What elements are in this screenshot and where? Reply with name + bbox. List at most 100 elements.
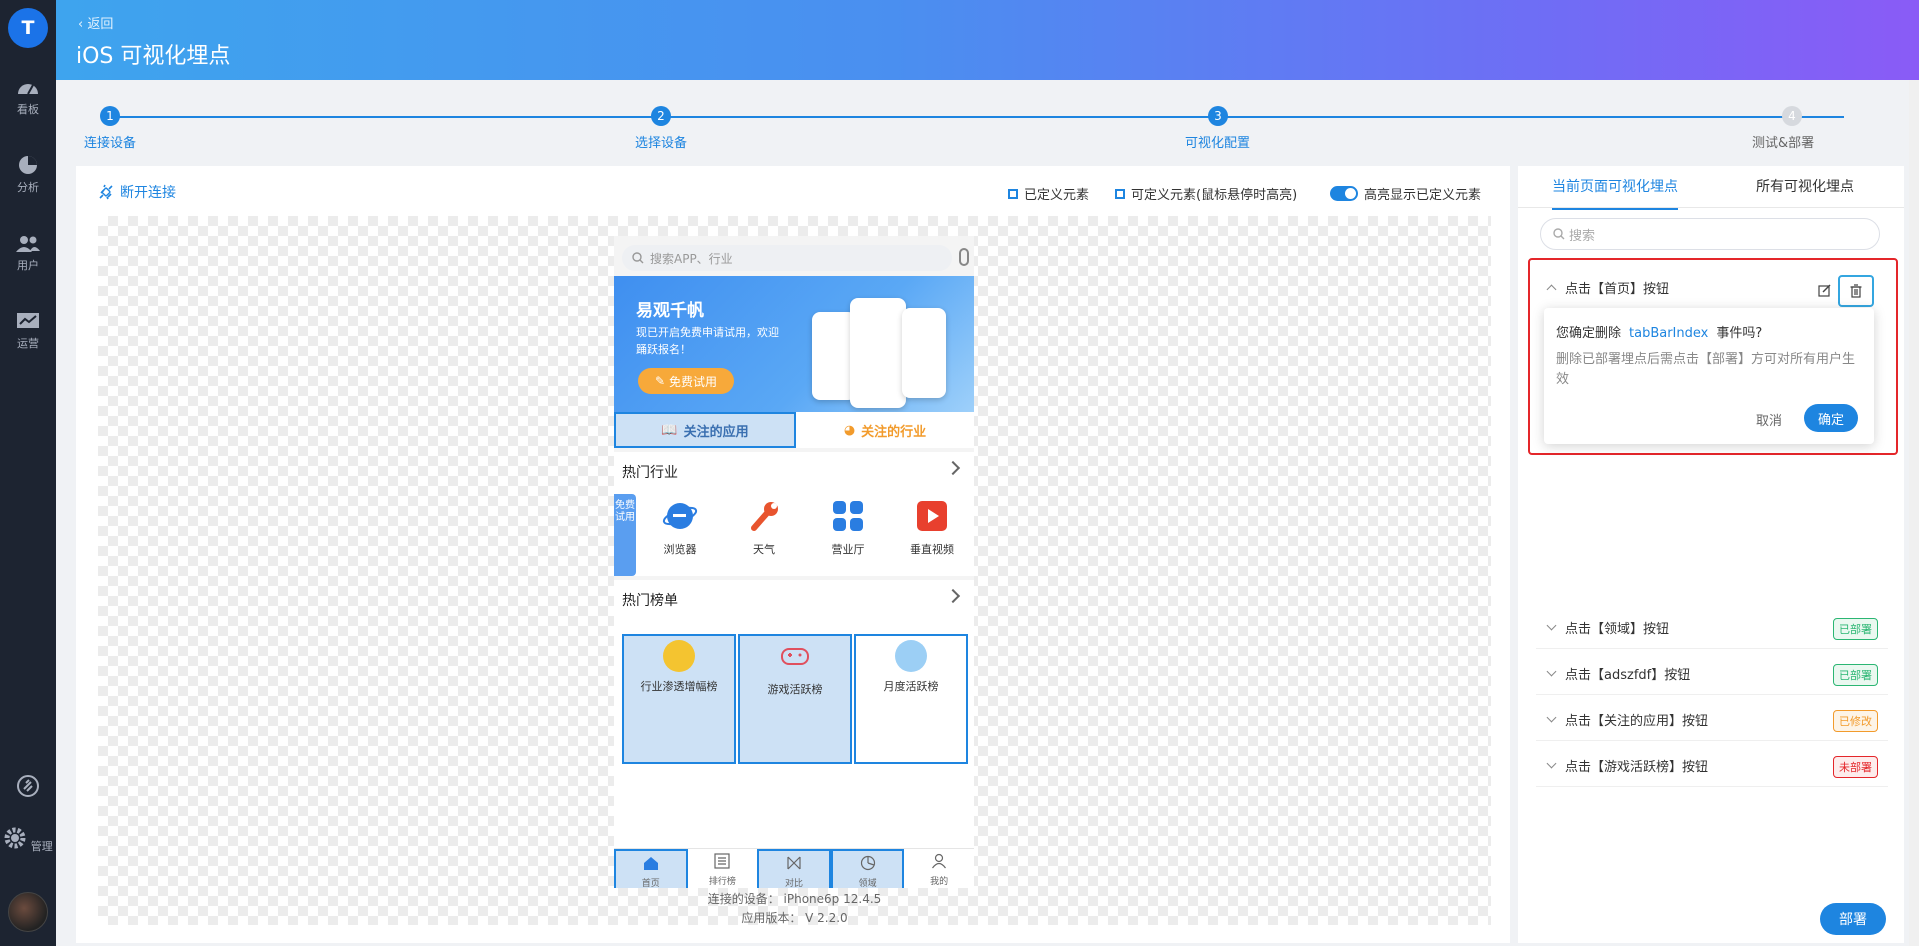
industry-weather-label: 天气 <box>753 543 775 556</box>
trophy-icon <box>663 640 695 672</box>
industry-browser[interactable]: 浏览器 <box>638 498 722 557</box>
nav-item-analysis[interactable]: 分析 <box>0 154 56 195</box>
user-avatar[interactable] <box>8 892 48 932</box>
promo-banner[interactable]: 易观千帆 现已开启免费申请试用，欢迎踊跃报名！ ✎ 免费试用 <box>614 276 974 412</box>
phone-tab-home[interactable]: 首页 <box>614 849 688 888</box>
pie-chart-icon <box>19 156 37 174</box>
chevron-down-icon[interactable] <box>1546 712 1557 723</box>
nav-item-dashboard[interactable]: 看板 <box>0 78 56 117</box>
tab-followed-industries[interactable]: ◕ 关注的行业 <box>796 412 974 448</box>
pie-icon: ◕ <box>843 422 856 438</box>
status-badge-undeployed: 未部署 <box>1833 756 1878 778</box>
industry-vertical-video[interactable]: 垂直视频 <box>890 498 974 557</box>
industry-service-hall[interactable]: 营业厅 <box>806 498 890 557</box>
delete-button[interactable] <box>1838 275 1874 307</box>
disconnect-button[interactable]: 断开连接 <box>98 182 176 202</box>
confirm-button[interactable]: 确定 <box>1804 404 1858 432</box>
delete-question-prefix: 您确定删除 <box>1556 326 1622 341</box>
phone-search-placeholder: 搜索APP、行业 <box>650 251 733 266</box>
chevron-right-icon[interactable] <box>945 588 961 604</box>
cancel-button[interactable]: 取消 <box>1756 410 1782 429</box>
step-4-label: 测试&部署 <box>1752 136 1815 151</box>
phone-tab-compare-label: 对比 <box>784 879 803 888</box>
step-2-label: 选择设备 <box>635 136 688 151</box>
phone-tab-domain[interactable]: 领域 <box>830 849 905 888</box>
play-icon <box>917 501 947 531</box>
calendar-icon <box>895 640 927 672</box>
deploy-button[interactable]: 部署 <box>1820 903 1886 935</box>
microphone-icon[interactable] <box>959 248 969 266</box>
nav-item-manage[interactable]: 管理 <box>0 826 56 854</box>
event-search-input[interactable]: 搜索 <box>1540 218 1880 250</box>
page-scrollbar[interactable] <box>1909 80 1919 946</box>
event-item-adszfdf[interactable]: 点击【adszfdf】按钮 已部署 <box>1536 653 1888 695</box>
status-badge-deployed: 已部署 <box>1833 664 1878 686</box>
chevron-right-icon[interactable] <box>945 460 961 476</box>
phone-search-bar[interactable]: 搜索APP、行业 <box>622 245 952 271</box>
legend-defined: 已定义元素 <box>1008 184 1089 203</box>
follow-tabs: 📖 关注的应用 ◕ 关注的行业 <box>614 412 974 448</box>
industry-icons: 浏览器 天气 营业厅 垂直视频 <box>638 498 974 557</box>
rank-card-monthly-active[interactable]: 月度活跃榜 <box>854 634 968 764</box>
disconnect-label: 断开连接 <box>120 185 176 201</box>
browser-icon <box>662 503 698 529</box>
chevron-down-icon[interactable] <box>1546 758 1557 769</box>
hot-rank-section: 热门榜单 <box>614 580 974 628</box>
page-header: ‹ 返回 iOS 可视化埋点 <box>56 0 1919 80</box>
event-item-game-active[interactable]: 点击【游戏活跃榜】按钮 未部署 <box>1536 745 1888 787</box>
free-trial-button[interactable]: ✎ 免费试用 <box>638 368 734 394</box>
page-title: iOS 可视化埋点 <box>76 44 231 69</box>
trash-icon <box>1850 284 1862 298</box>
pie-chart-icon <box>860 855 875 871</box>
tab-followed-apps[interactable]: 📖 关注的应用 <box>614 412 796 448</box>
rank-card-industry-penetration[interactable]: 行业渗透增幅榜 <box>622 634 736 764</box>
event-search-placeholder: 搜索 <box>1569 228 1596 244</box>
free-trial-label: 免费试用 <box>669 374 718 389</box>
chevron-up-icon[interactable] <box>1546 284 1557 294</box>
phone-screen: 搜索APP、行业 易观千帆 现已开启免费申请试用，欢迎踊跃报名！ ✎ 免费试用 <box>614 236 974 888</box>
book-icon: 📖 <box>661 422 678 438</box>
delete-event-name: tabBarIndex <box>1629 326 1709 341</box>
industry-weather[interactable]: 天气 <box>722 498 806 557</box>
phone-tab-mine[interactable]: 我的 <box>904 849 974 888</box>
link-icon <box>17 775 39 797</box>
app: T 看板 分析 用户 运营 管理 ‹ 返回 iOS 可视化埋点 1 连接设备 2… <box>0 0 1919 946</box>
rank-card-game-active[interactable]: 游戏活跃榜 <box>738 634 852 764</box>
phone-tab-ranking[interactable]: 排行榜 <box>688 849 758 888</box>
delete-question-suffix: 事件吗? <box>1716 326 1763 341</box>
chevron-down-icon[interactable] <box>1546 620 1557 631</box>
nav-label-manage: 管理 <box>30 840 53 853</box>
legend-definable: 可定义元素(鼠标悬停时高亮) <box>1115 184 1297 203</box>
rank-card-industry-penetration-label: 行业渗透增幅榜 <box>640 680 718 693</box>
banner-phones-illustration <box>812 298 962 412</box>
free-trial-tag[interactable]: 免费试用 <box>614 494 636 576</box>
banner-phone-right <box>902 308 946 398</box>
compare-icon <box>787 856 801 870</box>
phone-tab-compare[interactable]: 对比 <box>757 849 831 888</box>
back-link[interactable]: ‹ 返回 <box>78 13 113 32</box>
nav-item-link[interactable] <box>0 774 56 801</box>
step-4-dot: 4 <box>1782 106 1802 126</box>
event-item-home[interactable]: 点击【首页】按钮 <box>1536 266 1888 308</box>
nav-item-operations[interactable]: 运营 <box>0 312 56 351</box>
highlight-toggle-row: 高亮显示已定义元素 <box>1330 184 1481 203</box>
nav-item-users[interactable]: 用户 <box>0 234 56 273</box>
home-icon <box>643 857 658 870</box>
events-panel: 当前页面可视化埋点 所有可视化埋点 搜索 点击【首页】按钮 点击【领域】按钮 已… <box>1518 166 1904 943</box>
tab-current-page-events[interactable]: 当前页面可视化埋点 <box>1552 176 1678 210</box>
status-badge-deployed: 已部署 <box>1833 618 1878 640</box>
event-item-domain-label: 点击【领域】按钮 <box>1565 622 1670 637</box>
chevron-down-icon[interactable] <box>1546 666 1557 677</box>
tab-all-events[interactable]: 所有可视化埋点 <box>1756 176 1854 208</box>
edit-icon[interactable] <box>1818 283 1832 301</box>
step-3-dot: 3 <box>1208 106 1228 126</box>
highlight-toggle[interactable] <box>1330 186 1358 201</box>
event-item-domain[interactable]: 点击【领域】按钮 已部署 <box>1536 607 1888 649</box>
visual-config-panel: 断开连接 已定义元素 可定义元素(鼠标悬停时高亮) 高亮显示已定义元素 搜索AP… <box>76 166 1510 943</box>
wrench-icon <box>751 502 778 531</box>
event-item-followed-apps[interactable]: 点击【关注的应用】按钮 已修改 <box>1536 699 1888 741</box>
event-item-home-label: 点击【首页】按钮 <box>1565 281 1670 297</box>
workspace-avatar[interactable]: T <box>8 8 48 48</box>
phone-tab-bar: 首页 排行榜 对比 领域 我的 <box>614 848 974 888</box>
step-1-dot: 1 <box>100 106 120 126</box>
